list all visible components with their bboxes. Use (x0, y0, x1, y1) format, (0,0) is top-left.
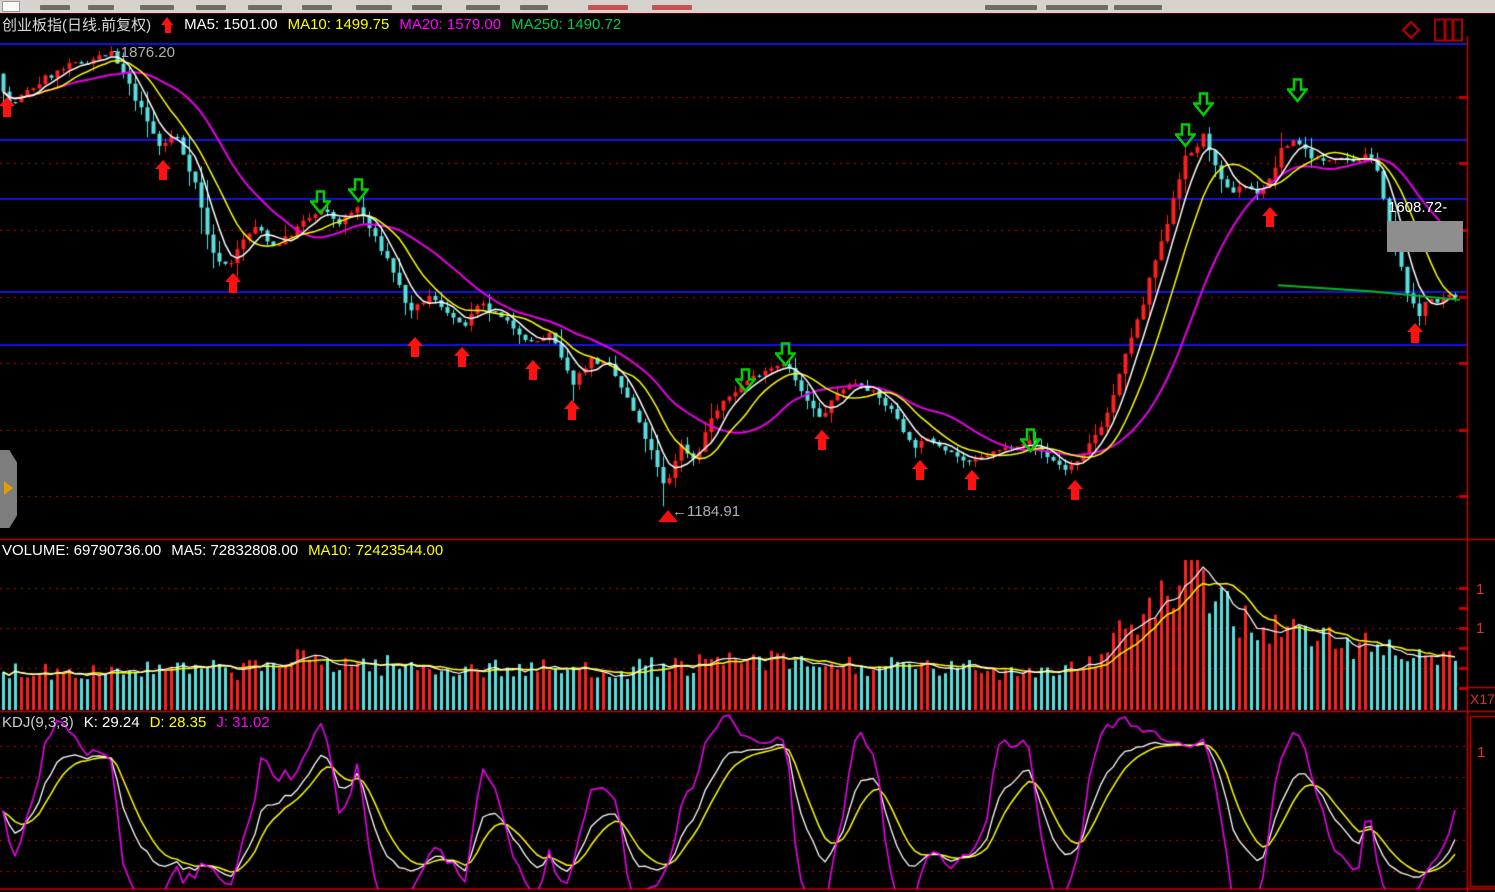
volume-pane-header: VOLUME: 69790736.00 MA5: 72832808.00 MA1… (2, 542, 443, 559)
buy-signal-arrow (912, 460, 928, 480)
buy-signal-arrow (1067, 480, 1083, 500)
chart-corner-tools (1398, 17, 1465, 43)
sell-signal-arrow (735, 368, 756, 398)
price-tag-label: 1608.72- (1388, 199, 1447, 216)
buy-signal-arrow (407, 337, 423, 357)
kdj-k-label: K: 29.24 (84, 714, 140, 731)
columns-icon[interactable] (1433, 17, 1465, 43)
ma10-label: MA10: 1499.75 (288, 16, 390, 33)
chart-canvas[interactable] (0, 0, 1495, 892)
kdj-j-label: J: 31.02 (216, 714, 269, 731)
volume-axis-label: 1 (1476, 620, 1484, 637)
kdj-indicator-label: KDJ(9,3,3) (2, 714, 74, 731)
sell-signal-arrow (1020, 428, 1041, 458)
diamond-icon[interactable] (1398, 17, 1424, 43)
high-price-annotation: ~1876.20 (112, 44, 175, 61)
buy-signal-arrow (225, 273, 241, 293)
up-arrow-icon (161, 17, 174, 33)
volume-ma10-label: MA10: 72423544.00 (308, 542, 443, 559)
expand-arrow-icon (4, 481, 13, 495)
buy-signal-arrow (0, 97, 15, 117)
volume-label: VOLUME: 69790736.00 (2, 542, 161, 559)
main-chart-header: 创业板指(日线.前复权) MA5: 1501.00 MA10: 1499.75 … (2, 14, 621, 35)
volume-axis-label: 1 (1476, 581, 1484, 598)
buy-signal-arrow (1407, 323, 1423, 343)
kdj-d-label: D: 28.35 (150, 714, 207, 731)
ma250-label: MA250: 1490.72 (511, 16, 621, 33)
volume-ma5-label: MA5: 72832808.00 (171, 542, 298, 559)
menu-bar[interactable] (0, 0, 1495, 13)
sell-signal-arrow (1175, 123, 1196, 153)
low-marker-triangle (658, 510, 678, 522)
sell-signal-arrow (1193, 92, 1214, 122)
buy-signal-arrow (1262, 207, 1278, 227)
buy-signal-arrow (964, 470, 980, 490)
sell-signal-arrow (775, 342, 796, 372)
sell-signal-arrow (348, 178, 369, 208)
ma5-label: MA5: 1501.00 (184, 16, 277, 33)
sell-signal-arrow (1287, 78, 1308, 108)
trading-app-window: 创业板指(日线.前复权) MA5: 1501.00 MA10: 1499.75 … (0, 0, 1495, 892)
buy-signal-arrow (564, 400, 580, 420)
buy-signal-arrow (454, 347, 470, 367)
volume-unit-label: X17 (1470, 691, 1495, 707)
buy-signal-arrow (525, 360, 541, 380)
ma20-label: MA20: 1579.00 (399, 16, 501, 33)
buy-signal-arrow (155, 160, 171, 180)
menu-bar-divider (0, 13, 1495, 14)
buy-signal-arrow (814, 430, 830, 450)
kdj-axis-label: 1 (1477, 744, 1485, 761)
price-callout-box (1387, 221, 1463, 252)
sidebar-flyout-tab[interactable] (0, 450, 17, 528)
sell-signal-arrow (310, 190, 331, 220)
window-icon[interactable] (2, 1, 20, 12)
chart-title: 创业板指(日线.前复权) (2, 14, 151, 35)
low-price-annotation: ←1184.91 (672, 503, 740, 520)
kdj-pane-header: KDJ(9,3,3) K: 29.24 D: 28.35 J: 31.02 (2, 714, 270, 731)
